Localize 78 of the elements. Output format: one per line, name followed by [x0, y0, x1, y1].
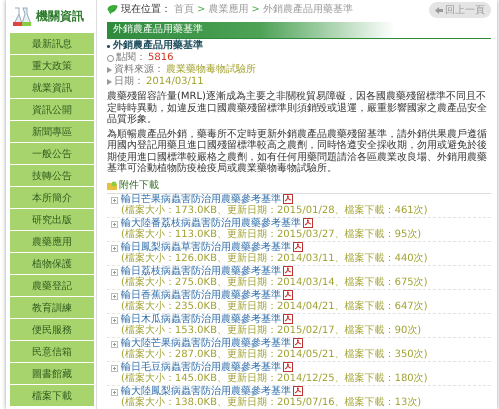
breadcrumb-link[interactable]: 外銷農產品用藥基準: [262, 4, 353, 16]
sidebar-item[interactable]: 最新訊息: [10, 33, 94, 55]
expand-icon[interactable]: [111, 364, 118, 372]
file-info: (檔案大小：173.0KB、更新日期：2015/01/28、檔案下載：461次): [121, 205, 429, 216]
breadcrumb-link[interactable]: 農業應用: [208, 4, 248, 16]
pdf-icon[interactable]: [283, 266, 293, 276]
file-link[interactable]: 輸日芒果病蟲害防治用農藥參考基準: [121, 194, 281, 204]
file-info: (檔案大小：235.0KB、更新日期：2014/04/21、檔案下載：647次): [121, 301, 429, 312]
bullet-icon: [107, 44, 110, 48]
sidebar-item[interactable]: 就業資訊: [10, 77, 94, 99]
file-info: (檔案大小：287.0KB、更新日期：2014/05/21、檔案下載：350次): [121, 349, 429, 360]
expand-icon[interactable]: [111, 340, 118, 348]
sidebar-item[interactable]: 資訊公開: [10, 99, 94, 121]
flask-icon: [12, 6, 32, 26]
section-banner: 外銷農產品用藥基準: [107, 22, 491, 39]
file-info: (檔案大小：126.0KB、更新日期：2014/03/11、檔案下載：440次): [121, 253, 429, 264]
file-link[interactable]: 輸大陸芒果病蟲害防治用農藥參考基準: [121, 338, 291, 348]
expand-icon[interactable]: [111, 292, 118, 300]
file-link[interactable]: 輸日荔枝病蟲害防治用農藥參考基準: [121, 266, 281, 276]
article-title: 外銷農產品用藥基準: [113, 40, 203, 52]
file-link[interactable]: 輸日鳳梨病蟲草害防治用農藥參考基準: [121, 242, 291, 252]
sidebar-item[interactable]: 檔案下載: [10, 385, 94, 407]
breadcrumb-separator: >: [197, 4, 206, 16]
file-info: (檔案大小：275.0KB、更新日期：2014/03/14、檔案下載：675次): [121, 277, 429, 288]
expand-icon[interactable]: [111, 244, 118, 252]
file-info: (檔案大小：138.0KB、更新日期：2015/07/16、檔案下載：13次): [121, 397, 422, 408]
sidebar-item[interactable]: 本所簡介: [10, 187, 94, 209]
pdf-icon[interactable]: [283, 194, 293, 204]
sidebar-item[interactable]: 一般公告: [10, 143, 94, 165]
info-label: 日期：: [114, 76, 144, 88]
file-info: (檔案大小：153.0KB、更新日期：2015/02/17、檔案下載：90次): [121, 325, 422, 336]
sidebar-item[interactable]: 植物保護: [10, 253, 94, 275]
expand-icon[interactable]: [111, 196, 118, 204]
pdf-icon[interactable]: [293, 386, 303, 396]
source-value: 農業藥物毒物試驗所: [166, 64, 256, 76]
pdf-icon[interactable]: [293, 242, 303, 252]
sidebar-item[interactable]: 新聞專區: [10, 121, 94, 143]
bullet-icon: [107, 67, 112, 73]
file-info: (檔案大小：145.0KB、更新日期：2014/12/25、檔案下載：180次): [121, 373, 429, 384]
sidebar-item[interactable]: 民意信箱: [10, 341, 94, 363]
sidebar-item[interactable]: 研究出版: [10, 209, 94, 231]
sidebar-item[interactable]: 圖書館藏: [10, 363, 94, 385]
pdf-icon[interactable]: [283, 314, 293, 324]
sidebar-item[interactable]: 重大政策: [10, 55, 94, 77]
file-link[interactable]: 輸大陸鳳梨病蟲害防治用農藥參考基準: [121, 386, 291, 396]
file-link[interactable]: 輸日香蕉病蟲害防治用農藥參考基準: [121, 290, 281, 300]
pdf-icon[interactable]: [303, 218, 313, 228]
breadcrumb-link[interactable]: 首頁: [174, 4, 194, 16]
pdf-icon[interactable]: [283, 290, 293, 300]
file-link[interactable]: 輸日毛豆病蟲害防治用農藥參考基準: [121, 362, 281, 372]
expand-icon[interactable]: [111, 220, 118, 228]
sidebar-item[interactable]: 便民服務: [10, 319, 94, 341]
breadcrumb-separator: >: [251, 4, 260, 16]
breadcrumb-label: 現在位置：: [121, 4, 171, 16]
view-count: 5816: [148, 52, 174, 64]
body-paragraph: 為順暢農產品外銷，藥毒所不定時更新外銷農產品農藥殘留基準，請外銷供果農戶遵循用國內登記用藥且進口國殘留標準較高之農劑，同時恪遵安全採收期，勿用或避免於後期使用進口國標準較嚴格之農劑，如有任何用藥問題請洽各區農業改良場、外銷用農藥基準可洽動植物防疫檢疫局或農業藥物毒物試驗所。: [107, 128, 488, 174]
pdf-icon[interactable]: [293, 338, 303, 348]
sidebar-item[interactable]: 農藥應用: [10, 231, 94, 253]
expand-icon[interactable]: [111, 316, 118, 324]
file-link[interactable]: 輸大陸番荔枝病蟲害防治用農藥參考基準: [121, 218, 301, 228]
body-paragraph: 農藥殘留容許量(MRL)逐漸成為主要之非關稅貿易障礙，因各國農藥殘留標準不同且不定時時異動，如違反進口國農藥殘留標準則須銷毀或退運，嚴重影響國家之農產品安全品質形象。: [107, 91, 488, 126]
sidebar-item[interactable]: 技轉公告: [10, 165, 94, 187]
back-arrow-icon: [435, 6, 443, 14]
info-label: 資料來源：: [114, 64, 164, 76]
file-link[interactable]: 輸日木瓜病蟲害防治用農藥參考基準: [121, 314, 281, 324]
pdf-icon[interactable]: [283, 362, 293, 372]
file-info: (檔案大小：113.0KB、更新日期：2015/03/27、檔案下載：95次): [121, 229, 422, 240]
attachments-heading: 附件下載: [119, 180, 159, 192]
folder-icon: [107, 181, 117, 190]
sidebar-item[interactable]: 教育訓練: [10, 297, 94, 319]
sidebar-item[interactable]: 農藥登記: [10, 275, 94, 297]
date-value: 2014/03/11: [146, 76, 204, 88]
expand-icon[interactable]: [111, 268, 118, 276]
info-label: 點閱：: [116, 52, 146, 64]
bullet-icon: [107, 79, 112, 85]
expand-icon[interactable]: [111, 388, 118, 396]
leaf-icon: [107, 5, 118, 15]
sidebar-title: 機關資訊: [36, 8, 84, 25]
